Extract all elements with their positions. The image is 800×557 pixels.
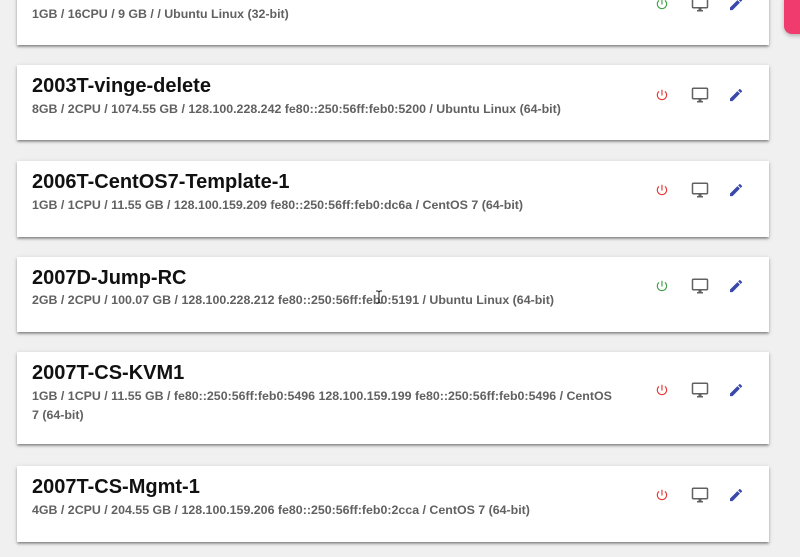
vm-specs: 8GB / 2CPU / 1074.55 GB / 128.100.228.24…: [32, 102, 561, 116]
vm-actions: [650, 483, 752, 507]
vm-actions: [650, 178, 752, 202]
vm-actions: [650, 83, 752, 107]
floating-action-button[interactable]: [784, 0, 800, 34]
vm-actions: [650, 274, 752, 298]
edit-icon[interactable]: [724, 83, 748, 107]
power-off-icon[interactable]: [650, 483, 674, 507]
power-off-icon[interactable]: [650, 178, 674, 202]
console-icon[interactable]: [688, 83, 712, 107]
edit-icon[interactable]: [724, 178, 748, 202]
power-on-icon[interactable]: [650, 274, 674, 298]
vm-actions: [650, 378, 752, 402]
console-icon[interactable]: [688, 274, 712, 298]
edit-icon[interactable]: [724, 0, 748, 16]
vm-specs: 1GB / 1CPU / 11.55 GB / 128.100.159.209 …: [32, 198, 524, 212]
vm-name: 2007D-Jump-RC: [32, 267, 187, 289]
vm-name: 2007T-CS-KVM1: [32, 362, 185, 384]
console-icon[interactable]: [688, 178, 712, 202]
vm-card: 2007D-Jump-RC 2GB / 2CPU / 100.07 GB / 1…: [17, 257, 769, 332]
vm-name: 2003T-vinge-delete: [32, 75, 211, 97]
vm-card: 2007T-CS-KVM1 1GB / 1CPU / 11.55 GB / fe…: [17, 352, 769, 444]
console-icon[interactable]: [688, 378, 712, 402]
vm-actions: [650, 0, 752, 16]
power-off-icon[interactable]: [650, 378, 674, 402]
power-off-icon[interactable]: [650, 83, 674, 107]
edit-icon[interactable]: [724, 378, 748, 402]
vm-name: 2006T-CentOS7-Template-1: [32, 171, 290, 193]
console-icon[interactable]: [688, 483, 712, 507]
vm-card: 1GB / 16CPU / 9 GB / / Ubuntu Linux (32-…: [17, 0, 769, 45]
vm-card: 2007T-CS-Mgmt-1 4GB / 2CPU / 204.55 GB /…: [17, 466, 769, 542]
edit-icon[interactable]: [724, 483, 748, 507]
vm-card: 2006T-CentOS7-Template-1 1GB / 1CPU / 11…: [17, 161, 769, 237]
power-on-icon[interactable]: [650, 0, 674, 16]
text-cursor-icon: [376, 290, 382, 304]
edit-icon[interactable]: [724, 274, 748, 298]
vm-list: 1GB / 16CPU / 9 GB / / Ubuntu Linux (32-…: [0, 0, 800, 557]
vm-specs: 1GB / 1CPU / 11.55 GB / fe80::250:56ff:f…: [32, 389, 612, 422]
console-icon[interactable]: [688, 0, 712, 16]
vm-specs: 1GB / 16CPU / 9 GB / / Ubuntu Linux (32-…: [32, 7, 289, 21]
vm-specs: 2GB / 2CPU / 100.07 GB / 128.100.228.212…: [32, 293, 554, 307]
vm-specs: 4GB / 2CPU / 204.55 GB / 128.100.159.206…: [32, 503, 530, 517]
vm-card: 2003T-vinge-delete 8GB / 2CPU / 1074.55 …: [17, 65, 769, 140]
vm-name: 2007T-CS-Mgmt-1: [32, 476, 200, 498]
